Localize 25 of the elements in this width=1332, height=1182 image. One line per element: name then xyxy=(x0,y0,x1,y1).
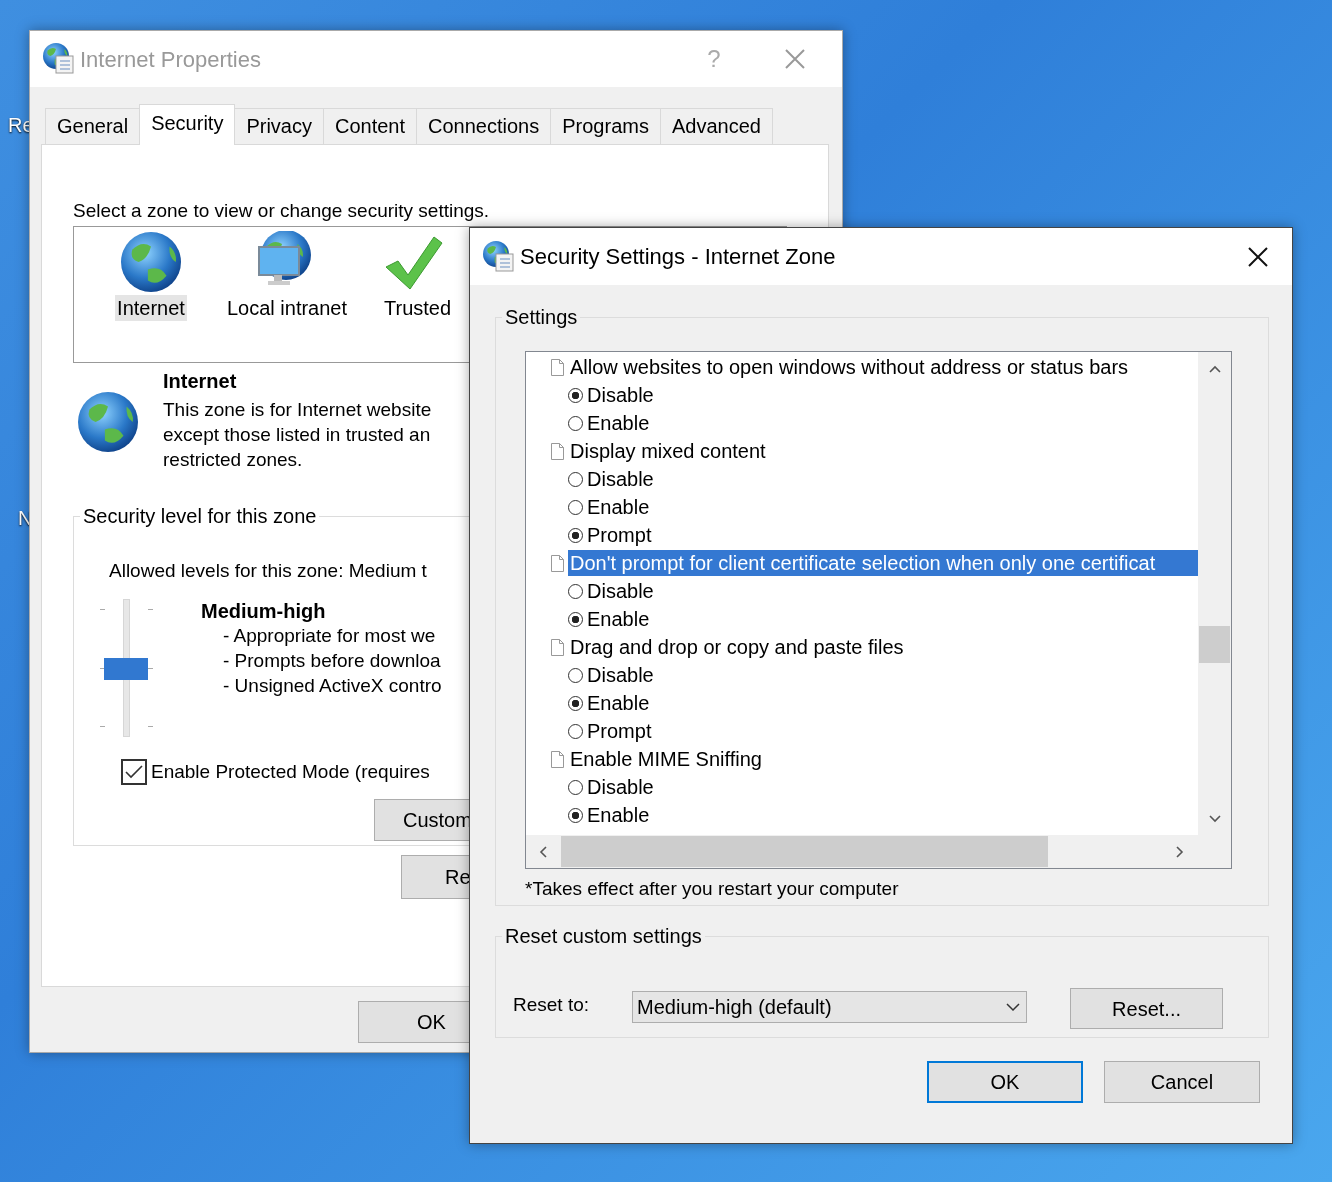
radio-label: Disable xyxy=(587,663,654,688)
instruction-text: Select a zone to view or change security settings. xyxy=(73,199,490,223)
zone-description: This zone is for Internet website except those listed in trusted an restricted zones. xyxy=(163,398,432,472)
window-title: Security Settings - Internet Zone xyxy=(520,243,836,271)
allowed-levels-text: Allowed levels for this zone: Medium t xyxy=(109,559,427,583)
radio-label: Prompt xyxy=(587,719,652,744)
note-text: *Takes effect after you restart your computer xyxy=(525,877,899,901)
radio-label: Prompt xyxy=(587,523,652,548)
level-name: Medium-high xyxy=(201,599,326,623)
level-description: - Appropriate for most we xyxy=(223,624,436,648)
radio-label: Enable xyxy=(587,803,650,828)
radio-label: Disable xyxy=(587,775,654,800)
zone-heading: Internet xyxy=(163,369,237,393)
radio-label: Disable xyxy=(587,579,654,604)
level-description: - Prompts before downloa xyxy=(223,649,441,673)
radio-label: Enable xyxy=(587,411,650,436)
radio-label: Enable xyxy=(587,607,650,632)
level-description: - Unsigned ActiveX contro xyxy=(223,674,442,698)
window-title: Internet Properties xyxy=(80,45,261,74)
checkbox-label: Enable Protected Mode (requires xyxy=(151,760,430,784)
radio-label: Disable xyxy=(587,383,654,408)
radio-label: Enable xyxy=(587,495,650,520)
radio-label: Enable xyxy=(587,691,650,716)
field-label: Reset to: xyxy=(513,993,590,1017)
radio-label: Disable xyxy=(587,467,654,492)
